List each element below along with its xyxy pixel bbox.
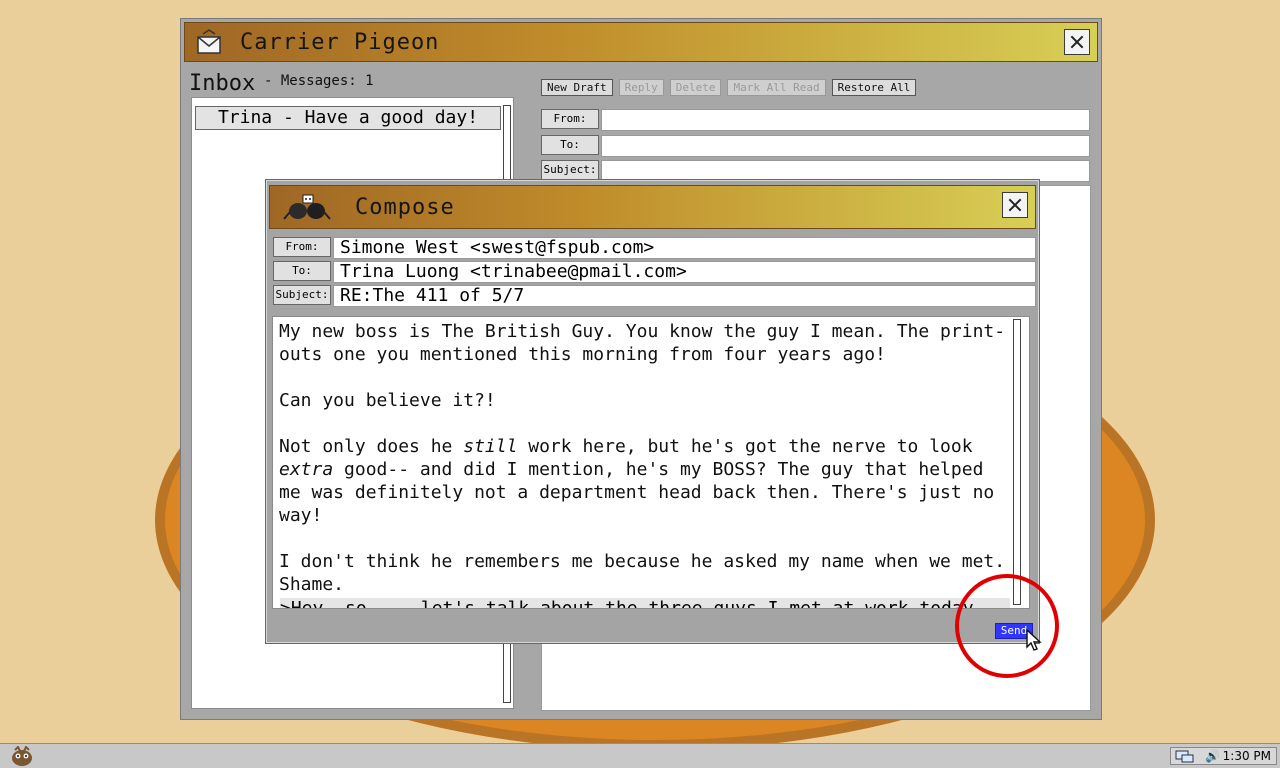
pigeon-icon bbox=[283, 194, 331, 220]
compose-subject-label: Subject: bbox=[273, 285, 331, 305]
compose-to-row: To: Trina Luong <trinabee@pmail.com> bbox=[273, 261, 1036, 283]
compose-window: Compose From: Simone West <swest@fspub.c… bbox=[265, 179, 1040, 644]
highlight-circle bbox=[955, 574, 1059, 678]
compose-from-label: From: bbox=[273, 237, 331, 257]
compose-from-row: From: Simone West <swest@fspub.com> bbox=[273, 237, 1036, 259]
body-emphasis: extra bbox=[279, 459, 334, 480]
compose-close-button[interactable] bbox=[1002, 192, 1028, 218]
quoted-message-line: >Hey, so.... let's talk about the three … bbox=[280, 598, 1010, 608]
body-line: me was definitely not a department head … bbox=[279, 482, 995, 503]
body-line: way! bbox=[279, 505, 323, 526]
compose-subject-row: Subject: RE:The 411 of 5/7 bbox=[273, 285, 1036, 307]
system-tray: 🔊 1:30 PM bbox=[1170, 747, 1277, 765]
body-line: extra good-- and did I mention, he's my … bbox=[279, 458, 1014, 481]
inbox-title: Inbox bbox=[189, 71, 256, 96]
clock-time[interactable]: 1:30 PM bbox=[1223, 748, 1271, 764]
taskbar: 🔊 1:30 PM bbox=[0, 743, 1280, 768]
reader-from-row: From: bbox=[541, 109, 1090, 131]
restore-all-button[interactable]: Restore All bbox=[831, 79, 917, 96]
message-scrollbar[interactable] bbox=[1013, 319, 1021, 605]
window-title: Carrier Pigeon bbox=[240, 30, 440, 55]
body-text: work here, but he's got the nerve to loo… bbox=[517, 436, 973, 457]
body-text: Not only does he bbox=[279, 436, 464, 457]
reply-button[interactable]: Reply bbox=[618, 79, 664, 96]
reader-to-field bbox=[601, 135, 1090, 157]
mark-all-read-button[interactable]: Mark All Read bbox=[727, 79, 826, 96]
body-line: outs one you mentioned this morning from… bbox=[279, 344, 886, 365]
reader-from-field bbox=[601, 109, 1090, 131]
main-titlebar[interactable]: Carrier Pigeon bbox=[184, 22, 1098, 62]
message-body-editor[interactable]: My new boss is The British Guy. You know… bbox=[272, 316, 1030, 609]
subject-label: Subject: bbox=[541, 160, 599, 180]
compose-from-field[interactable]: Simone West <swest@fspub.com> bbox=[333, 237, 1036, 259]
body-line: Not only does he still work here, but he… bbox=[279, 435, 1014, 458]
new-draft-button[interactable]: New Draft bbox=[541, 79, 613, 96]
reader-to-row: To: bbox=[541, 135, 1090, 157]
body-emphasis: still bbox=[463, 436, 518, 457]
owl-start-icon[interactable] bbox=[10, 746, 34, 767]
delete-button[interactable]: Delete bbox=[669, 79, 722, 96]
from-label: From: bbox=[541, 109, 599, 129]
body-line: Shame. bbox=[279, 574, 345, 595]
body-text: good-- and did I mention, he's my BOSS? … bbox=[333, 459, 984, 480]
body-line: I don't think he remembers me because he… bbox=[279, 551, 1006, 572]
to-label: To: bbox=[541, 135, 599, 155]
compose-to-label: To: bbox=[273, 261, 331, 281]
mouse-cursor-icon bbox=[1026, 629, 1042, 651]
compose-title: Compose bbox=[355, 195, 455, 220]
body-line: Can you believe it?! bbox=[279, 390, 496, 411]
body-line: My new boss is The British Guy. You know… bbox=[279, 321, 1006, 342]
messages-count: - Messages: 1 bbox=[264, 73, 374, 89]
compose-to-field[interactable]: Trina Luong <trinabee@pmail.com> bbox=[333, 261, 1036, 283]
envelope-icon bbox=[197, 29, 221, 54]
speaker-icon[interactable]: 🔊 bbox=[1205, 748, 1220, 764]
message-body-text: My new boss is The British Guy. You know… bbox=[279, 320, 1014, 596]
network-icon[interactable] bbox=[1175, 749, 1195, 763]
message-toolbar: New Draft Reply Delete Mark All Read Res… bbox=[541, 79, 917, 99]
close-button[interactable] bbox=[1064, 29, 1090, 55]
inbox-message-item[interactable]: Trina - Have a good day! bbox=[195, 106, 501, 130]
compose-titlebar[interactable]: Compose bbox=[269, 185, 1036, 229]
compose-subject-field[interactable]: RE:The 411 of 5/7 bbox=[333, 285, 1036, 307]
